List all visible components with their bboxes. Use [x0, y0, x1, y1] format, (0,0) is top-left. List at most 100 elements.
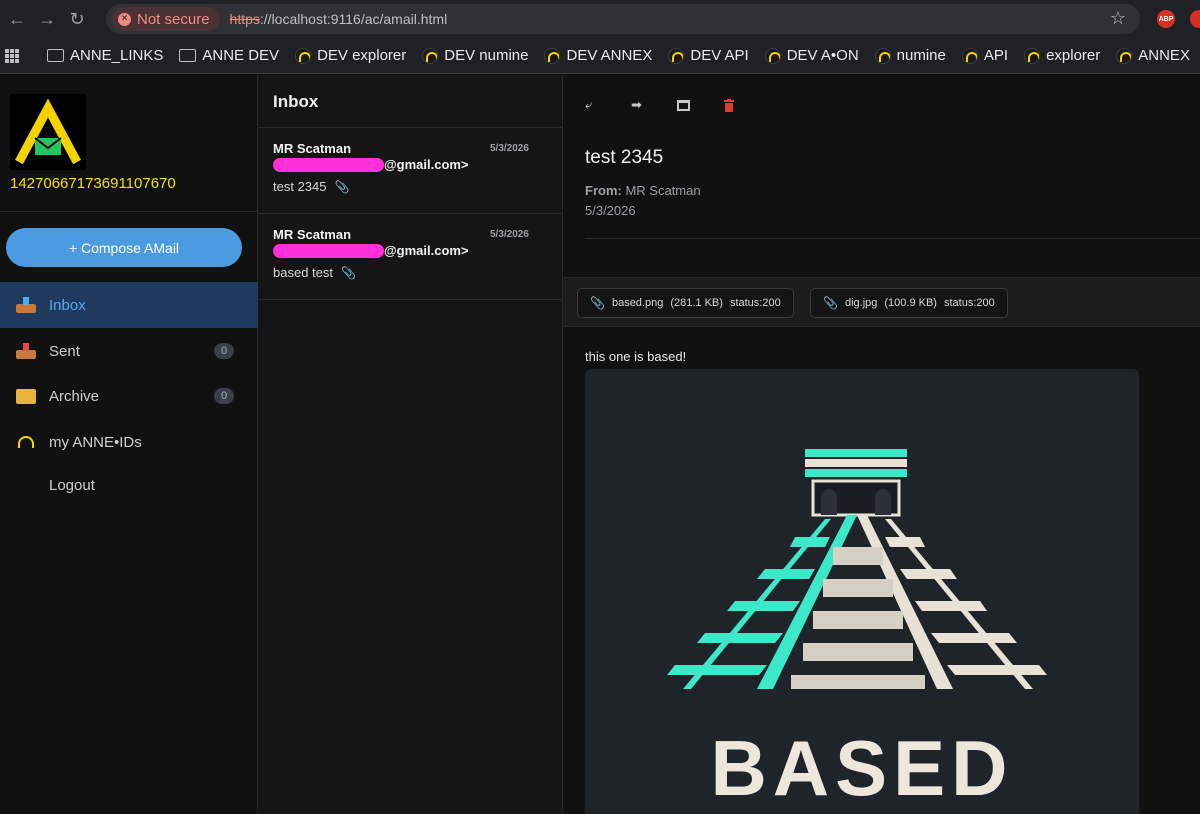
attachment-name: based.png: [611, 297, 664, 309]
anne-icon: [668, 47, 685, 64]
anne-icon: [1024, 47, 1041, 64]
bookmark-dev-aon[interactable]: DEV A•ON: [764, 47, 859, 64]
extension-icon[interactable]: [1190, 10, 1200, 28]
bookmark-numine[interactable]: numine: [874, 47, 946, 64]
url-path: ://localhost:9116/ac/amail.html: [259, 11, 448, 27]
image-caption: BASED: [710, 724, 1014, 812]
attachment-status: status:200: [943, 297, 995, 309]
from-value: MR Scatman: [625, 183, 701, 198]
sidebar-item-archive[interactable]: Archive 0: [0, 373, 258, 419]
anne-icon: [874, 47, 891, 64]
compose-button[interactable]: + Compose AMail: [6, 228, 242, 267]
message-toolbar: ⤶ ➡: [585, 97, 769, 113]
bookmark-explorer[interactable]: explorer: [1024, 47, 1100, 64]
sidebar-item-label: Logout: [49, 476, 95, 494]
amail-logo-icon: [15, 98, 81, 165]
security-label: Not secure: [137, 10, 210, 28]
sidebar-item-anne-ids[interactable]: my ANNE•IDs: [0, 419, 258, 465]
mail-email: @gmail.com>: [273, 157, 469, 172]
anne-icon: [764, 47, 781, 64]
sent-icon: [15, 343, 37, 359]
bookmark-anne-dev[interactable]: ANNE DEV: [179, 47, 279, 64]
sidebar-item-sent[interactable]: Sent 0: [0, 328, 258, 374]
anne-icon: [1116, 47, 1133, 64]
bookmark-label: DEV numine: [444, 47, 529, 64]
attachment-size: (281.1 KB): [670, 297, 723, 309]
warning-icon: ×: [118, 12, 131, 26]
bookmark-star-icon[interactable]: ☆: [1110, 8, 1126, 29]
bookmark-label: DEV ANNEX: [566, 47, 653, 64]
attachment-chip[interactable]: 📎 dig.jpg (100.9 KB) status:200: [810, 288, 1008, 318]
mail-email-suffix: @gmail.com>: [384, 243, 469, 258]
mail-from: MR Scatman: [273, 227, 352, 242]
anne-icon: [544, 47, 561, 64]
sidebar-item-label: Inbox: [49, 296, 86, 314]
mail-subject-text: test 2345: [273, 179, 327, 194]
message-view: ⤶ ➡ test 2345 From: MR Scatman 5/3/2026 …: [563, 75, 1200, 814]
redaction-scribble: [273, 243, 384, 258]
archive-icon[interactable]: [677, 97, 723, 113]
bookmark-annex[interactable]: ANNEX: [1116, 47, 1190, 64]
mail-subject: based test 📎: [273, 265, 356, 280]
list-item[interactable]: MR Scatman 5/3/2026 @gmail.com> test 234…: [258, 128, 563, 214]
folder-icon: [15, 388, 37, 404]
bookmark-label: API: [983, 47, 1009, 64]
folder-icon: [179, 49, 197, 62]
trash-icon[interactable]: [723, 97, 769, 113]
reload-icon[interactable]: ↻: [62, 4, 92, 34]
paperclip-icon: 📎: [341, 265, 356, 280]
amail-app: 14270667173691107670 + Compose AMail Inb…: [0, 75, 1200, 814]
sidebar-divider: [0, 211, 258, 212]
mail-date: 5/3/2026: [490, 143, 529, 154]
list-item[interactable]: MR Scatman 5/3/2026 @gmail.com> based te…: [258, 214, 563, 300]
forward-icon[interactable]: ➡: [631, 97, 677, 113]
bookmark-dev-api[interactable]: DEV API: [668, 47, 749, 64]
bookmark-dev-explorer[interactable]: DEV explorer: [295, 47, 406, 64]
attachment-chip[interactable]: 📎 based.png (281.1 KB) status:200: [577, 288, 794, 318]
user-id: 14270667173691107670: [10, 175, 176, 192]
forward-arrow-icon[interactable]: →: [32, 4, 62, 34]
not-secure-badge[interactable]: × Not secure: [112, 7, 220, 31]
address-bar[interactable]: × Not secure https://localhost:9116/ac/a…: [106, 4, 1140, 34]
attachment-size: (100.9 KB): [884, 297, 937, 309]
bookmark-dev-numine[interactable]: DEV numine: [422, 47, 528, 64]
message-body: this one is based!: [585, 349, 687, 364]
bookmark-label: ANNEX: [1138, 47, 1190, 64]
list-title: Inbox: [273, 92, 319, 111]
anne-icon: [15, 436, 37, 448]
bookmark-label: explorer: [1046, 47, 1101, 64]
bookmark-anne-links[interactable]: ANNE_LINKS: [47, 47, 163, 64]
adblock-extension-icon[interactable]: ABP: [1157, 10, 1175, 28]
list-divider: [258, 299, 563, 300]
inline-image: BASED: [585, 369, 1139, 814]
url-scheme: https: [229, 11, 260, 27]
anne-icon: [961, 47, 978, 64]
message-list: Inbox MR Scatman 5/3/2026 @gmail.com> te…: [258, 75, 563, 814]
browser-toolbar: ← → ↻ × Not secure https://localhost:911…: [0, 0, 1200, 38]
anne-icon: [295, 47, 312, 64]
reply-icon[interactable]: ⤶: [585, 97, 631, 113]
bookmark-dev-annex[interactable]: DEV ANNEX: [544, 47, 652, 64]
mail-subject-text: based test: [273, 265, 333, 280]
abp-label: ABP: [1158, 15, 1174, 23]
attachment-name: dig.jpg: [844, 297, 878, 309]
sidebar-item-label: Sent: [49, 342, 80, 360]
sent-count-badge: 0: [214, 343, 234, 359]
sidebar-item-label: my ANNE•IDs: [49, 433, 142, 451]
bookmark-label: DEV A•ON: [786, 47, 859, 64]
url-text[interactable]: https://localhost:9116/ac/amail.html: [230, 11, 448, 27]
message-date: 5/3/2026: [585, 203, 636, 218]
attachment-status: status:200: [729, 297, 781, 309]
bookmarks-bar: ANNE_LINKS ANNE DEV DEV explorer DEV num…: [0, 38, 1200, 74]
paperclip-icon: 📎: [590, 296, 605, 310]
mail-date: 5/3/2026: [490, 229, 529, 240]
archive-count-badge: 0: [214, 388, 234, 404]
sidebar-item-inbox[interactable]: Inbox: [0, 282, 258, 328]
sidebar-item-logout[interactable]: Logout: [0, 462, 258, 508]
back-arrow-icon[interactable]: ←: [2, 4, 32, 34]
bookmark-api[interactable]: API: [961, 47, 1009, 64]
mail-from: MR Scatman: [273, 141, 352, 156]
from-label: From:: [585, 183, 622, 198]
apps-grid-icon[interactable]: [5, 48, 19, 63]
message-from: From: MR Scatman: [585, 183, 701, 198]
